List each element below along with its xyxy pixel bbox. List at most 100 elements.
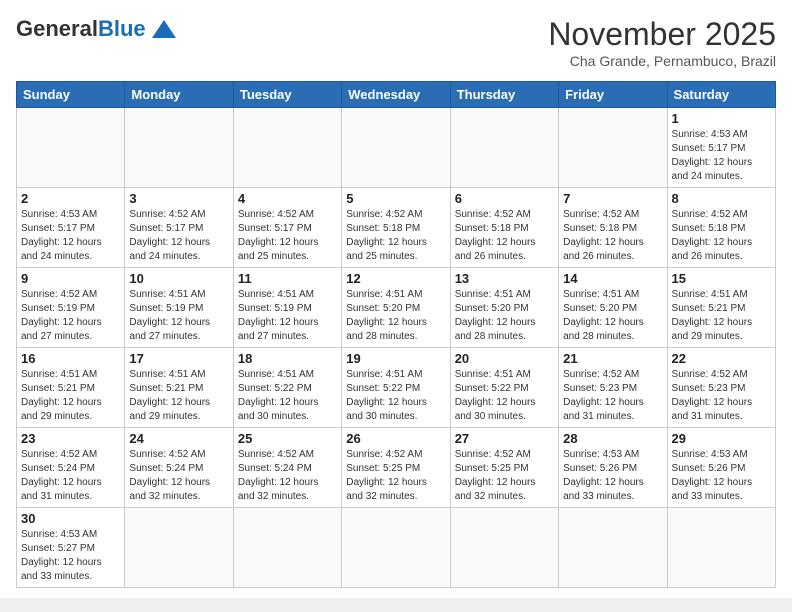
day-info: Sunrise: 4:51 AM Sunset: 5:21 PM Dayligh… — [129, 368, 228, 424]
day-number: 19 — [346, 351, 445, 366]
day-info: Sunrise: 4:52 AM Sunset: 5:19 PM Dayligh… — [21, 288, 120, 344]
calendar-cell — [125, 108, 233, 188]
day-number: 26 — [346, 431, 445, 446]
calendar-table: Sunday Monday Tuesday Wednesday Thursday… — [16, 81, 776, 588]
calendar-cell: 24 Sunrise: 4:52 AM Sunset: 5:24 PM Dayli… — [125, 428, 233, 508]
logo-icon — [150, 18, 178, 40]
calendar-cell: 27 Sunrise: 4:52 AM Sunset: 5:25 PM Dayli… — [450, 428, 558, 508]
day-number: 2 — [21, 191, 120, 206]
weekday-header-row: Sunday Monday Tuesday Wednesday Thursday… — [17, 82, 776, 108]
calendar-cell: 29 Sunrise: 4:53 AM Sunset: 5:26 PM Dayli… — [667, 428, 775, 508]
day-info: Sunrise: 4:52 AM Sunset: 5:23 PM Dayligh… — [672, 368, 771, 424]
calendar-cell: 19Sunrise: 4:51 AM Sunset: 5:22 PM Dayli… — [342, 348, 450, 428]
calendar-week-row: 16 Sunrise: 4:51 AM Sunset: 5:21 PM Dayli… — [17, 348, 776, 428]
calendar-cell: 30 Sunrise: 4:53 AM Sunset: 5:27 PM Dayli… — [17, 508, 125, 588]
calendar-cell: 21 Sunrise: 4:52 AM Sunset: 5:23 PM Dayli… — [559, 348, 667, 428]
calendar-cell: 3Sunrise: 4:52 AM Sunset: 5:17 PM Daylig… — [125, 188, 233, 268]
calendar-cell: 22Sunrise: 4:52 AM Sunset: 5:23 PM Dayli… — [667, 348, 775, 428]
day-info: Sunrise: 4:52 AM Sunset: 5:25 PM Dayligh… — [455, 448, 554, 504]
day-info: Sunrise: 4:51 AM Sunset: 5:21 PM Dayligh… — [672, 288, 771, 344]
calendar-cell — [559, 508, 667, 588]
day-number: 17 — [129, 351, 228, 366]
logo-blue-text: Blue — [98, 16, 146, 42]
day-info: Sunrise: 4:52 AM Sunset: 5:24 PM Dayligh… — [21, 448, 120, 504]
day-number: 23 — [21, 431, 120, 446]
day-number: 13 — [455, 271, 554, 286]
day-number: 9 — [21, 271, 120, 286]
calendar-week-row: 9 Sunrise: 4:52 AM Sunset: 5:19 PM Daylig… — [17, 268, 776, 348]
calendar-cell: 16 Sunrise: 4:51 AM Sunset: 5:21 PM Dayli… — [17, 348, 125, 428]
header-sunday: Sunday — [17, 82, 125, 108]
day-info: Sunrise: 4:51 AM Sunset: 5:20 PM Dayligh… — [346, 288, 445, 344]
day-info: Sunrise: 4:51 AM Sunset: 5:19 PM Dayligh… — [129, 288, 228, 344]
calendar-cell: 28Sunrise: 4:53 AM Sunset: 5:26 PM Dayli… — [559, 428, 667, 508]
calendar-cell: 8 Sunrise: 4:52 AM Sunset: 5:18 PM Daylig… — [667, 188, 775, 268]
header-saturday: Saturday — [667, 82, 775, 108]
day-number: 1 — [672, 111, 771, 126]
day-info: Sunrise: 4:52 AM Sunset: 5:24 PM Dayligh… — [129, 448, 228, 504]
calendar-cell: 6Sunrise: 4:52 AM Sunset: 5:18 PM Daylig… — [450, 188, 558, 268]
day-info: Sunrise: 4:51 AM Sunset: 5:20 PM Dayligh… — [455, 288, 554, 344]
calendar-cell: 11 Sunrise: 4:51 AM Sunset: 5:19 PM Dayli… — [233, 268, 341, 348]
calendar-cell — [233, 108, 341, 188]
header-thursday: Thursday — [450, 82, 558, 108]
calendar-cell: 12 Sunrise: 4:51 AM Sunset: 5:20 PM Dayli… — [342, 268, 450, 348]
day-number: 29 — [672, 431, 771, 446]
day-number: 12 — [346, 271, 445, 286]
header-friday: Friday — [559, 82, 667, 108]
location-subtitle: Cha Grande, Pernambuco, Brazil — [548, 53, 776, 69]
day-number: 5 — [346, 191, 445, 206]
calendar-cell: 15 Sunrise: 4:51 AM Sunset: 5:21 PM Dayli… — [667, 268, 775, 348]
page-header: General Blue November 2025 Cha Grande, P… — [16, 16, 776, 69]
calendar-cell — [342, 508, 450, 588]
title-block: November 2025 Cha Grande, Pernambuco, Br… — [548, 16, 776, 69]
calendar-cell: 9 Sunrise: 4:52 AM Sunset: 5:19 PM Daylig… — [17, 268, 125, 348]
logo-general-text: General — [16, 16, 98, 42]
day-number: 30 — [21, 511, 120, 526]
calendar-cell: 18Sunrise: 4:51 AM Sunset: 5:22 PM Dayli… — [233, 348, 341, 428]
day-number: 24 — [129, 431, 228, 446]
day-info: Sunrise: 4:52 AM Sunset: 5:23 PM Dayligh… — [563, 368, 662, 424]
day-info: Sunrise: 4:51 AM Sunset: 5:22 PM Dayligh… — [238, 368, 337, 424]
day-info: Sunrise: 4:53 AM Sunset: 5:26 PM Dayligh… — [672, 448, 771, 504]
day-info: Sunrise: 4:52 AM Sunset: 5:18 PM Dayligh… — [346, 208, 445, 264]
day-number: 27 — [455, 431, 554, 446]
calendar-cell — [342, 108, 450, 188]
day-number: 25 — [238, 431, 337, 446]
calendar-cell: 23 Sunrise: 4:52 AM Sunset: 5:24 PM Dayli… — [17, 428, 125, 508]
calendar-cell — [559, 108, 667, 188]
calendar-cell: 13 Sunrise: 4:51 AM Sunset: 5:20 PM Dayli… — [450, 268, 558, 348]
calendar-cell — [17, 108, 125, 188]
day-info: Sunrise: 4:53 AM Sunset: 5:27 PM Dayligh… — [21, 528, 120, 584]
day-info: Sunrise: 4:52 AM Sunset: 5:24 PM Dayligh… — [238, 448, 337, 504]
day-info: Sunrise: 4:51 AM Sunset: 5:20 PM Dayligh… — [563, 288, 662, 344]
calendar-cell: 5 Sunrise: 4:52 AM Sunset: 5:18 PM Daylig… — [342, 188, 450, 268]
day-info: Sunrise: 4:52 AM Sunset: 5:18 PM Dayligh… — [672, 208, 771, 264]
day-number: 16 — [21, 351, 120, 366]
calendar-cell: 14 Sunrise: 4:51 AM Sunset: 5:20 PM Dayli… — [559, 268, 667, 348]
day-number: 11 — [238, 271, 337, 286]
day-info: Sunrise: 4:53 AM Sunset: 5:17 PM Dayligh… — [672, 128, 771, 184]
day-number: 20 — [455, 351, 554, 366]
day-info: Sunrise: 4:51 AM Sunset: 5:21 PM Dayligh… — [21, 368, 120, 424]
day-info: Sunrise: 4:52 AM Sunset: 5:25 PM Dayligh… — [346, 448, 445, 504]
calendar-cell: 20Sunrise: 4:51 AM Sunset: 5:22 PM Dayli… — [450, 348, 558, 428]
day-number: 21 — [563, 351, 662, 366]
calendar-cell: 25 Sunrise: 4:52 AM Sunset: 5:24 PM Dayli… — [233, 428, 341, 508]
calendar-cell: 2Sunrise: 4:53 AM Sunset: 5:17 PM Daylig… — [17, 188, 125, 268]
calendar-cell: 26 Sunrise: 4:52 AM Sunset: 5:25 PM Dayli… — [342, 428, 450, 508]
calendar-page: General Blue November 2025 Cha Grande, P… — [0, 0, 792, 598]
day-number: 7 — [563, 191, 662, 206]
header-wednesday: Wednesday — [342, 82, 450, 108]
header-tuesday: Tuesday — [233, 82, 341, 108]
calendar-cell: 4Sunrise: 4:52 AM Sunset: 5:17 PM Daylig… — [233, 188, 341, 268]
calendar-cell: 10Sunrise: 4:51 AM Sunset: 5:19 PM Dayli… — [125, 268, 233, 348]
day-info: Sunrise: 4:52 AM Sunset: 5:17 PM Dayligh… — [129, 208, 228, 264]
day-info: Sunrise: 4:51 AM Sunset: 5:19 PM Dayligh… — [238, 288, 337, 344]
day-number: 8 — [672, 191, 771, 206]
calendar-week-row: 30 Sunrise: 4:53 AM Sunset: 5:27 PM Dayli… — [17, 508, 776, 588]
day-number: 14 — [563, 271, 662, 286]
month-title: November 2025 — [548, 16, 776, 53]
header-monday: Monday — [125, 82, 233, 108]
day-number: 15 — [672, 271, 771, 286]
